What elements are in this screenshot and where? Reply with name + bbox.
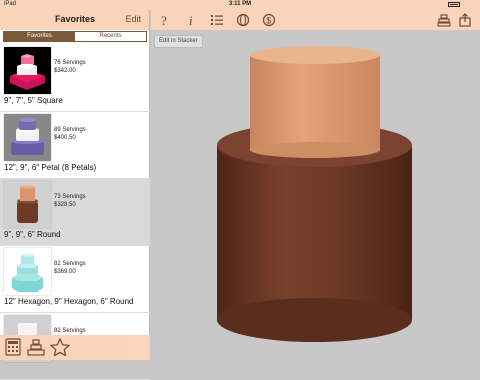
cake-thumbnail [4,47,51,94]
list-item[interactable]: 82 Servings $369.00 12" Hexagon, 9" Hexa… [0,246,150,313]
cake-thumbnail [4,114,51,161]
svg-text:?: ? [161,13,167,27]
help-icon[interactable]: ? [158,13,172,28]
bottom-tab-bar [0,335,150,360]
top-tier [250,46,380,158]
cake-caption: 12" Hexagon, 9" Hexagon, 6" Round [4,297,134,306]
cake-caption: 12", 9", 6" Petal (8 Petals) [4,163,97,172]
info-icon[interactable]: i [184,13,198,28]
cake-thumbnail [4,248,51,295]
price-text: $328.50 [54,202,76,208]
list-item[interactable]: 76 Servings $342.00 9", 7", 5" Square [0,45,150,112]
servings-text: 82 Servings [54,328,86,334]
price-text: $342.00 [54,68,76,74]
stacker-tab-icon[interactable] [27,338,45,356]
hexagon-cake-icon [12,253,43,292]
share-icon[interactable] [458,13,472,27]
segment-recents[interactable]: Recents [75,32,146,41]
svg-text:$: $ [266,16,271,26]
servings-text: 89 Servings [54,127,86,133]
stack-layers-icon[interactable] [437,13,451,27]
status-bar: iPad 3:11 PM [0,0,480,10]
square-cake-icon [10,54,45,90]
cake-caption: 9", 7", 5" Square [4,96,63,105]
clock: 3:11 PM [228,1,252,7]
list-item-selected[interactable]: 73 Servings $328.50 9", 9", 6" Round [0,179,150,246]
segment-favorites[interactable]: Favorites [4,32,75,41]
favorites-star-tab-icon[interactable] [49,337,71,357]
list-icon[interactable] [210,13,224,27]
price-text: $369.00 [54,269,76,275]
servings-text: 73 Servings [54,194,86,200]
svg-text:i: i [189,13,193,27]
cake-thumbnail [4,181,51,228]
globe-icon[interactable] [236,13,250,27]
price-dollar-icon[interactable]: $ [262,13,276,27]
round-cake-icon [17,185,38,223]
servings-text: 82 Servings [54,261,86,267]
favorites-recents-segmented-control: Favorites Recents [3,31,147,42]
battery-icon [448,2,460,7]
cake-3d-view[interactable]: Edit in Stacker [151,30,480,360]
servings-text: 76 Servings [54,60,86,66]
favorites-list: 76 Servings $342.00 9", 7", 5" Square 89… [0,45,150,380]
petal-cake-icon [11,118,44,155]
calculator-tab-icon[interactable] [4,338,22,356]
list-item[interactable]: 89 Servings $400.50 12", 9", 6" Petal (8… [0,112,150,179]
edit-in-stacker-button[interactable]: Edit in Stacker [154,35,203,48]
sidebar-header: Favorites Edit [0,10,149,30]
price-text: $400.50 [54,135,76,141]
edit-button[interactable]: Edit [125,14,141,24]
main-toolbar: ? i $ [151,10,480,30]
cake-caption: 9", 9", 6" Round [4,230,61,239]
cake-render [217,46,412,342]
